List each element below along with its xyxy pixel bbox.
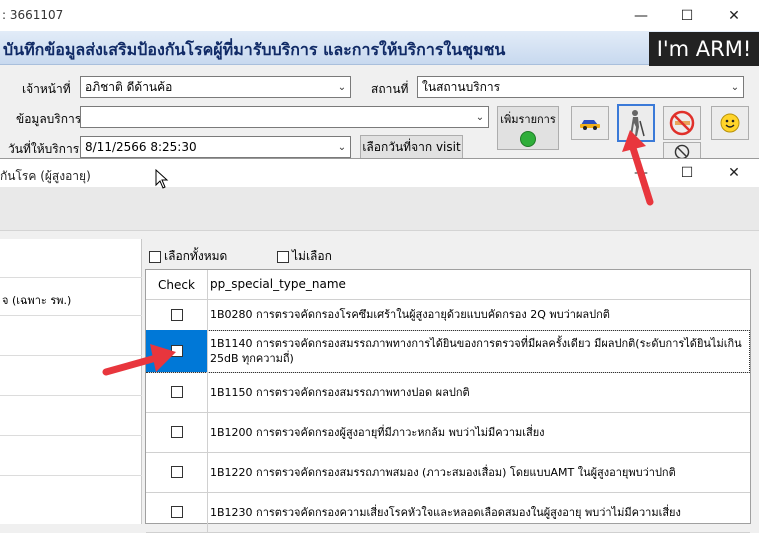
select-all-checkbox[interactable]: เลือกทั้งหมด bbox=[149, 247, 227, 266]
pp-special-type-grid: Check pp_special_type_name 1B0280 การตรว… bbox=[145, 269, 751, 533]
form-header-title: บันทึกข้อมูลส่งเสริมป้องกันโรคผู้ที่มารั… bbox=[3, 40, 506, 59]
maximize-icon[interactable]: ☐ bbox=[664, 157, 710, 188]
officer-value: อภิชาติ ดีด้านค้อ bbox=[85, 79, 173, 94]
service-label: ข้อมูลบริการ bbox=[16, 112, 82, 126]
row-name-cell[interactable]: 1B1140 การตรวจคัดกรองสมรรถภาพทางการได้ยิ… bbox=[207, 330, 750, 372]
smiley-icon[interactable] bbox=[711, 106, 749, 140]
chevron-down-icon: ⌄ bbox=[337, 81, 347, 93]
close-icon[interactable]: ✕ bbox=[711, 0, 757, 31]
checkbox-box bbox=[149, 250, 161, 263]
select-date-from-visit-button[interactable]: เลือกวันที่จาก visit bbox=[360, 135, 463, 159]
row-name-cell[interactable]: 1B1220 การตรวจคัดกรองสมรรถภาพสมอง (ภาวะส… bbox=[207, 452, 750, 492]
table-row[interactable]: 1B1220 การตรวจคัดกรองสมรรถภาพสมอง (ภาวะส… bbox=[146, 452, 750, 493]
select-none-label: ไม่เลือก bbox=[292, 249, 332, 263]
annotation-arrow-right bbox=[102, 344, 176, 376]
row-name-cell[interactable]: 1B1200 การตรวจคัดกรองผู้สูงอายุที่มีภาวะ… bbox=[207, 412, 750, 452]
grid-header: Check pp_special_type_name bbox=[146, 270, 750, 300]
date-label: วันที่ให้บริการ bbox=[8, 142, 80, 156]
minimize-icon[interactable]: — bbox=[618, 0, 664, 31]
place-value: ในสถานบริการ bbox=[422, 79, 501, 94]
select-none-checkbox[interactable]: ไม่เลือก bbox=[277, 247, 332, 266]
annotation-arrow-up bbox=[622, 130, 654, 206]
close-icon[interactable]: ✕ bbox=[711, 157, 757, 188]
select-all-label: เลือกทั้งหมด bbox=[164, 249, 228, 263]
date-value: 8/11/2566 8:25:30 bbox=[85, 140, 197, 154]
chevron-down-icon: ⌄ bbox=[337, 141, 347, 153]
check-options-bar: เลือกทั้งหมด ไม่เลือก bbox=[143, 239, 759, 269]
main-window-title: : 3661107 bbox=[2, 8, 64, 22]
place-select[interactable]: ในสถานบริการ ⌄ bbox=[417, 76, 744, 98]
row-check-cell[interactable] bbox=[146, 299, 208, 330]
column-header-name[interactable]: pp_special_type_name bbox=[207, 270, 750, 299]
refresh-green-icon bbox=[520, 130, 536, 147]
column-header-check[interactable]: Check bbox=[146, 270, 208, 299]
brand-logo: I'm ARM! bbox=[649, 32, 759, 66]
row-check-cell[interactable] bbox=[146, 412, 208, 452]
main-window-titlebar: : 3661107 — ☐ ✕ bbox=[0, 0, 759, 31]
table-row[interactable]: 1B1140 การตรวจคัดกรองสมรรถภาพทางการได้ยิ… bbox=[146, 330, 750, 373]
car-icon[interactable] bbox=[571, 106, 609, 140]
table-row[interactable]: 1B0280 การตรวจคัดกรองโรคซึมเศร้าในผู้สูง… bbox=[146, 299, 750, 331]
service-date-picker[interactable]: 8/11/2566 8:25:30 ⌄ bbox=[80, 136, 351, 158]
table-row[interactable]: 1B1150 การตรวจคัดกรองสมรรถภาพทางปอด ผลปก… bbox=[146, 372, 750, 413]
row-checkbox[interactable] bbox=[170, 426, 183, 438]
add-item-label: เพิ่มรายการ bbox=[500, 112, 556, 126]
add-item-button[interactable]: เพิ่มรายการ bbox=[497, 106, 559, 150]
row-checkbox[interactable] bbox=[170, 466, 183, 478]
row-checkbox[interactable] bbox=[170, 386, 183, 398]
left-panel-item[interactable]: จ (เฉพาะ รพ.) bbox=[2, 291, 71, 309]
row-check-cell[interactable] bbox=[146, 452, 208, 492]
form-header: บันทึกข้อมูลส่งเสริมป้องกันโรคผู้ที่มารั… bbox=[0, 31, 759, 65]
table-row[interactable]: 1B1200 การตรวจคัดกรองผู้สูงอายุที่มีภาวะ… bbox=[146, 412, 750, 453]
row-check-cell[interactable] bbox=[146, 492, 208, 532]
left-panel: จ (เฉพาะ รพ.) bbox=[0, 239, 142, 524]
row-check-cell[interactable] bbox=[146, 372, 208, 412]
officer-label: เจ้าหน้าที่ bbox=[22, 82, 71, 96]
row-name-cell[interactable]: 1B1230 การตรวจคัดกรองความเสี่ยงโรคหัวใจแ… bbox=[207, 492, 750, 532]
row-checkbox[interactable] bbox=[170, 308, 183, 321]
service-select[interactable]: ⌄ bbox=[80, 106, 489, 128]
place-label: สถานที่ bbox=[371, 82, 409, 96]
row-name-cell[interactable]: 1B0280 การตรวจคัดกรองโรคซึมเศร้าในผู้สูง… bbox=[207, 299, 750, 330]
maximize-icon[interactable]: ☐ bbox=[664, 0, 710, 31]
checkbox-box bbox=[277, 250, 289, 263]
no-smoking-icon[interactable] bbox=[663, 106, 701, 140]
table-row[interactable]: 1B1230 การตรวจคัดกรองความเสี่ยงโรคหัวใจแ… bbox=[146, 492, 750, 533]
row-checkbox[interactable] bbox=[170, 506, 183, 518]
row-name-cell[interactable]: 1B1150 การตรวจคัดกรองสมรรถภาพทางปอด ผลปก… bbox=[207, 372, 750, 412]
mouse-cursor-icon bbox=[155, 169, 169, 189]
chevron-down-icon: ⌄ bbox=[475, 111, 485, 123]
dialog-title: กันโรค (ผู้สูงอายุ) bbox=[0, 169, 91, 183]
chevron-down-icon: ⌄ bbox=[730, 81, 740, 93]
officer-select[interactable]: อภิชาติ ดีด้านค้อ ⌄ bbox=[80, 76, 351, 98]
